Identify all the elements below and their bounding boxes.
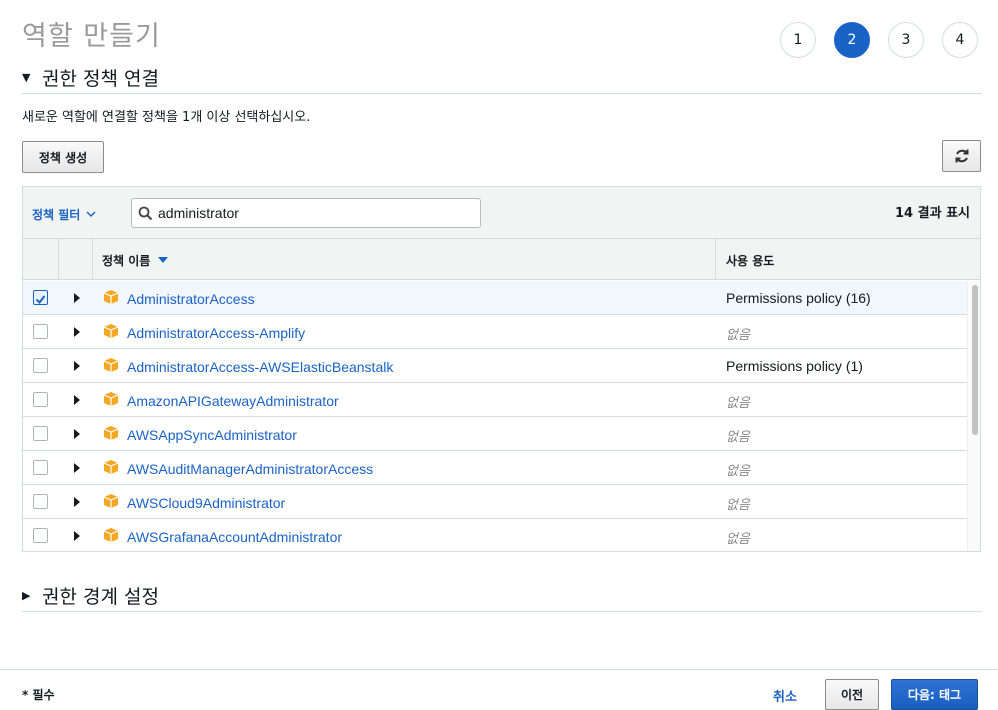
header-checkbox-cell — [23, 239, 59, 279]
required-note: * 필수 — [22, 688, 55, 702]
column-label: 정책 이름 — [102, 254, 151, 268]
create-policy-button[interactable]: 정책 생성 — [22, 141, 104, 173]
policy-filter-dropdown[interactable]: 정책 필터 — [32, 206, 96, 223]
refresh-button[interactable] — [942, 140, 981, 172]
expand-caret-icon[interactable] — [74, 395, 80, 405]
policy-name-link[interactable]: AmazonAPIGatewayAdministrator — [127, 393, 339, 409]
row-checkbox[interactable] — [33, 426, 48, 441]
table-row[interactable]: AdministratorAccess Permissions policy (1… — [23, 281, 980, 315]
checkmark-icon — [35, 295, 46, 305]
policy-box-icon — [103, 527, 119, 543]
column-header-policy-name[interactable]: 정책 이름 — [93, 239, 716, 279]
table-row[interactable]: AWSAuditManagerAdministratorAccess 없음 — [23, 451, 980, 485]
expand-caret-icon[interactable] — [74, 361, 80, 371]
column-header-usage[interactable]: 사용 용도 — [716, 239, 980, 279]
expand-caret-icon[interactable] — [74, 531, 80, 541]
expand-caret-icon[interactable] — [74, 327, 80, 337]
policy-filter-label: 정책 필터 — [32, 208, 81, 222]
filter-bar: 정책 필터 14 결과 표시 — [23, 187, 980, 239]
step-2-active[interactable]: 2 — [834, 22, 870, 58]
policy-usage: 없음 — [726, 327, 750, 342]
expand-caret-icon[interactable] — [74, 497, 80, 507]
policy-usage: 없음 — [726, 531, 750, 546]
header-expand-cell — [59, 239, 93, 279]
policy-name-link[interactable]: AWSAuditManagerAdministratorAccess — [127, 461, 373, 477]
policy-name-link[interactable]: AdministratorAccess-AWSElasticBeanstalk — [127, 359, 393, 375]
policy-box-icon — [103, 391, 119, 407]
section-title: 권한 경계 설정 — [42, 586, 159, 608]
row-checkbox[interactable] — [33, 324, 48, 339]
table-row[interactable]: AdministratorAccess-Amplify 없음 — [23, 315, 980, 349]
step-4[interactable]: 4 — [942, 22, 978, 58]
divider — [22, 611, 982, 612]
policy-box-icon — [103, 357, 119, 373]
footer: * 필수 취소 이전 다음: 태그 — [0, 669, 998, 710]
next-tags-button[interactable]: 다음: 태그 — [891, 679, 978, 710]
row-checkbox[interactable] — [33, 494, 48, 509]
row-checkbox[interactable] — [33, 528, 48, 543]
row-checkbox[interactable] — [33, 460, 48, 475]
chevron-down-icon — [86, 211, 96, 218]
result-count: 14 결과 표시 — [895, 206, 970, 221]
policy-name-link[interactable]: AWSGrafanaAccountAdministrator — [127, 529, 342, 545]
section-permissions-boundary-header[interactable]: ▶ 권한 경계 설정 — [22, 582, 159, 609]
policy-box-icon — [103, 289, 119, 305]
search-box[interactable] — [131, 198, 481, 228]
table-body: AdministratorAccess Permissions policy (1… — [23, 281, 980, 551]
table-row[interactable]: AdministratorAccess-AWSElasticBeanstalk P… — [23, 349, 980, 383]
cancel-link[interactable]: 취소 — [773, 686, 797, 705]
search-icon — [132, 206, 158, 221]
section-title: 권한 정책 연결 — [42, 68, 159, 90]
table-row[interactable]: AWSCloud9Administrator 없음 — [23, 485, 980, 519]
policy-box-icon — [103, 459, 119, 475]
expand-caret-icon[interactable] — [74, 429, 80, 439]
section-description: 새로운 역할에 연결할 정책을 1개 이상 선택하십시오. — [22, 110, 311, 125]
divider — [22, 93, 982, 94]
sort-down-icon — [158, 257, 169, 263]
refresh-icon — [955, 149, 968, 163]
search-input[interactable] — [158, 205, 468, 221]
row-checkbox[interactable] — [33, 392, 48, 407]
expand-caret-icon[interactable] — [74, 293, 80, 303]
policy-usage: 없음 — [726, 497, 750, 512]
policy-usage: 없음 — [726, 463, 750, 478]
row-checkbox[interactable] — [33, 290, 48, 305]
policy-usage: Permissions policy (1) — [726, 358, 863, 374]
policy-usage: 없음 — [726, 395, 750, 410]
table-row[interactable]: AWSGrafanaAccountAdministrator 없음 — [23, 519, 980, 551]
caret-right-icon: ▶ — [22, 589, 31, 602]
table-row[interactable]: AWSAppSyncAdministrator 없음 — [23, 417, 980, 451]
policy-box-icon — [103, 425, 119, 441]
step-1[interactable]: 1 — [780, 22, 816, 58]
table-header: 정책 이름 사용 용도 — [23, 239, 980, 280]
page-title: 역할 만들기 — [22, 21, 161, 52]
policy-box-icon — [103, 323, 119, 339]
policy-box-icon — [103, 493, 119, 509]
table-scrollbar[interactable] — [967, 281, 980, 551]
step-3[interactable]: 3 — [888, 22, 924, 58]
policy-usage: 없음 — [726, 429, 750, 444]
policy-table: 정책 필터 14 결과 표시 정책 이름 사용 용도 Administrator… — [22, 186, 981, 552]
caret-down-icon: ▼ — [22, 71, 31, 84]
policy-name-link[interactable]: AWSAppSyncAdministrator — [127, 427, 297, 443]
section-attach-policies-header[interactable]: ▼ 권한 정책 연결 — [22, 64, 159, 91]
wizard-steps: 1 2 3 4 — [780, 22, 978, 58]
previous-button[interactable]: 이전 — [825, 679, 879, 710]
table-row[interactable]: AmazonAPIGatewayAdministrator 없음 — [23, 383, 980, 417]
policy-name-link[interactable]: AWSCloud9Administrator — [127, 495, 285, 511]
expand-caret-icon[interactable] — [74, 463, 80, 473]
policy-name-link[interactable]: AdministratorAccess-Amplify — [127, 325, 305, 341]
policy-name-link[interactable]: AdministratorAccess — [127, 291, 255, 307]
policy-usage: Permissions policy (16) — [726, 290, 871, 306]
row-checkbox[interactable] — [33, 358, 48, 373]
scrollbar-thumb[interactable] — [972, 285, 978, 435]
